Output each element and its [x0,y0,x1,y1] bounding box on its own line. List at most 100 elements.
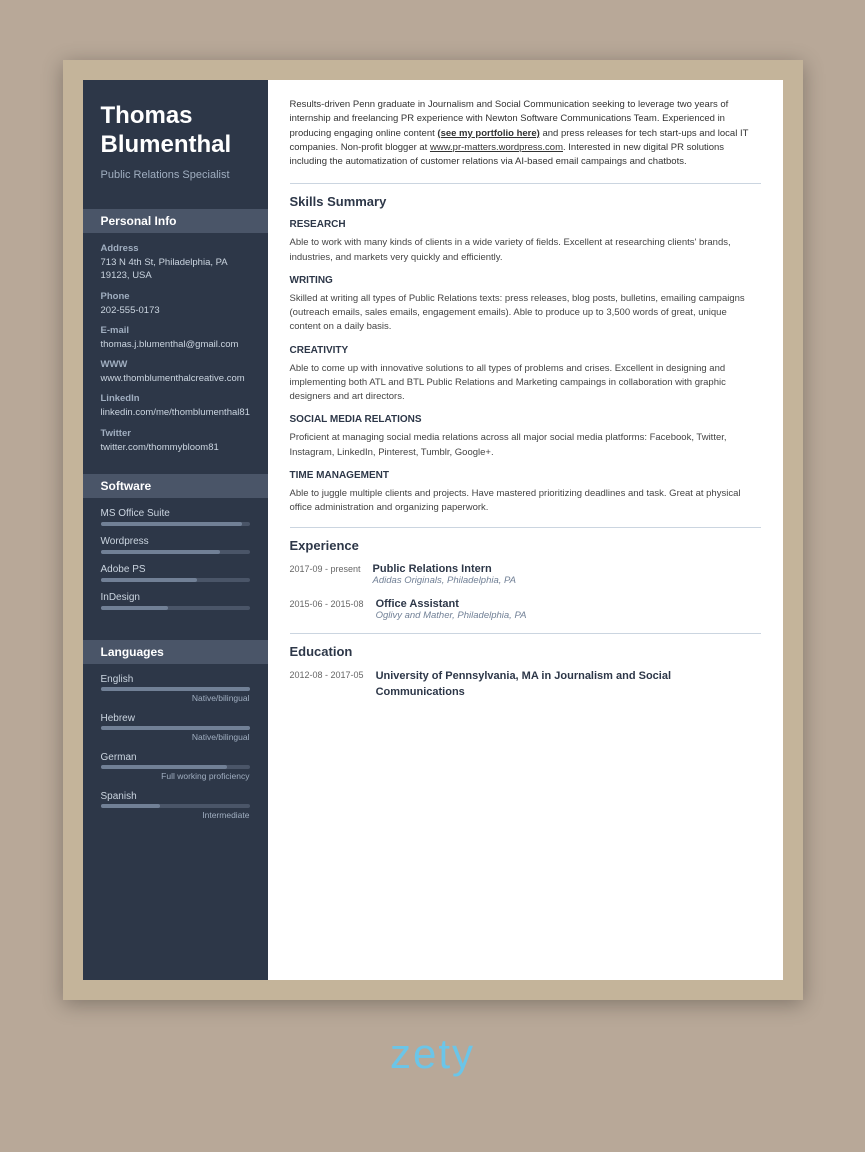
edu-details: University of Pennsylvania, MA in Journa… [376,669,761,700]
skill-desc: Proficient at managing social media rela… [290,431,761,460]
software-heading: Software [83,474,268,498]
skill-heading: CREATIVITY [290,345,761,356]
personal-info-section: Personal Info Address 713 N 4th St, Phil… [83,199,268,464]
exp-company: Oglivy and Mather, Philadelphia, PA [376,610,527,621]
summary-url[interactable]: www.pr-matters.wordpress.com [430,142,563,153]
skill-heading: TIME MANAGEMENT [290,470,761,481]
software-bar-bg [101,606,250,610]
language-item: Spanish Intermediate [101,791,250,820]
software-bar-bg [101,550,250,554]
language-bar-bg [101,726,250,730]
email-value: thomas.j.blumenthal@gmail.com [101,338,250,351]
phone-value: 202-555-0173 [101,304,250,317]
language-item: German Full working proficiency [101,752,250,781]
software-bar-bg [101,522,250,526]
skill-heading: RESEARCH [290,219,761,230]
www-label: WWW [101,359,250,370]
experience-item: 2015-06 - 2015-08 Office Assistant Ogliv… [290,598,761,621]
language-bar-fill [101,765,228,769]
languages-section: Languages English Native/bilingual Hebre… [83,630,268,840]
main-content: Results-driven Penn graduate in Journali… [268,80,783,980]
phone-label: Phone [101,291,250,302]
exp-details: Office Assistant Oglivy and Mather, Phil… [376,598,527,621]
experience-item: 2017-09 - present Public Relations Inter… [290,563,761,586]
www-value: www.thomblumenthalcreative.com [101,372,250,385]
skill-heading: WRITING [290,275,761,286]
software-item: InDesign [101,592,250,610]
skill-desc: Able to come up with innovative solution… [290,362,761,405]
divider-education [290,633,761,634]
software-name: MS Office Suite [101,508,250,519]
language-item: English Native/bilingual [101,674,250,703]
experience-heading: Experience [290,538,761,553]
language-name: German [101,752,250,763]
software-bar-fill [101,578,198,582]
email-label: E-mail [101,325,250,336]
exp-dates: 2015-06 - 2015-08 [290,598,364,621]
linkedin-value: linkedin.com/me/thomblumenthal81 [101,406,250,419]
twitter-value: twitter.com/thommybloom81 [101,441,250,454]
language-bar-bg [101,765,250,769]
language-level: Full working proficiency [101,771,250,781]
skills-heading: Skills Summary [290,194,761,209]
software-item: MS Office Suite [101,508,250,526]
language-level: Intermediate [101,810,250,820]
language-bar-bg [101,687,250,691]
software-item: Adobe PS [101,564,250,582]
software-bar-fill [101,522,243,526]
brand-footer: zety [390,1030,475,1078]
experience-list: 2017-09 - present Public Relations Inter… [290,563,761,621]
personal-info-heading: Personal Info [83,209,268,233]
software-name: InDesign [101,592,250,603]
language-name: English [101,674,250,685]
language-bar-fill [101,804,161,808]
software-section: Software MS Office Suite Wordpress Adobe… [83,464,268,630]
software-name: Adobe PS [101,564,250,575]
skill-section: TIME MANAGEMENT Able to juggle multiple … [290,470,761,516]
divider-skills [290,183,761,184]
exp-company: Adidas Originals, Philadelphia, PA [373,575,516,586]
language-name: Hebrew [101,713,250,724]
linkedin-label: LinkedIn [101,393,250,404]
exp-title: Public Relations Intern [373,563,516,575]
resume: Thomas Blumenthal Public Relations Speci… [83,80,783,980]
skill-section: WRITING Skilled at writing all types of … [290,275,761,335]
address-value: 713 N 4th St, Philadelphia, PA 19123, US… [101,256,250,283]
skill-desc: Skilled at writing all types of Public R… [290,292,761,335]
skill-section: CREATIVITY Able to come up with innovati… [290,345,761,405]
software-list: MS Office Suite Wordpress Adobe PS InDes… [101,508,250,610]
skills-list: RESEARCH Able to work with many kinds of… [290,219,761,515]
edu-dates: 2012-08 - 2017-05 [290,669,364,700]
twitter-label: Twitter [101,428,250,439]
language-name: Spanish [101,791,250,802]
skill-section: SOCIAL MEDIA RELATIONS Proficient at man… [290,414,761,460]
candidate-name: Thomas Blumenthal [101,102,250,160]
address-label: Address [101,243,250,254]
education-list: 2012-08 - 2017-05 University of Pennsylv… [290,669,761,700]
language-item: Hebrew Native/bilingual [101,713,250,742]
skill-desc: Able to juggle multiple clients and proj… [290,487,761,516]
software-bar-bg [101,578,250,582]
sidebar: Thomas Blumenthal Public Relations Speci… [83,80,268,980]
exp-details: Public Relations Intern Adidas Originals… [373,563,516,586]
page-wrapper: Thomas Blumenthal Public Relations Speci… [63,60,803,1000]
software-name: Wordpress [101,536,250,547]
summary-link[interactable]: (see my portfolio here) [437,128,539,139]
edu-title: University of Pennsylvania, MA in Journa… [376,669,761,700]
education-item: 2012-08 - 2017-05 University of Pennsylv… [290,669,761,700]
education-heading: Education [290,644,761,659]
language-level: Native/bilingual [101,732,250,742]
software-item: Wordpress [101,536,250,554]
skill-heading: SOCIAL MEDIA RELATIONS [290,414,761,425]
language-bar-fill [101,687,250,691]
exp-dates: 2017-09 - present [290,563,361,586]
candidate-title: Public Relations Specialist [101,168,250,183]
language-bar-bg [101,804,250,808]
language-bar-fill [101,726,250,730]
exp-title: Office Assistant [376,598,527,610]
languages-list: English Native/bilingual Hebrew Native/b… [101,674,250,820]
skill-section: RESEARCH Able to work with many kinds of… [290,219,761,265]
languages-heading: Languages [83,640,268,664]
software-bar-fill [101,550,220,554]
summary-text: Results-driven Penn graduate in Journali… [290,98,761,169]
